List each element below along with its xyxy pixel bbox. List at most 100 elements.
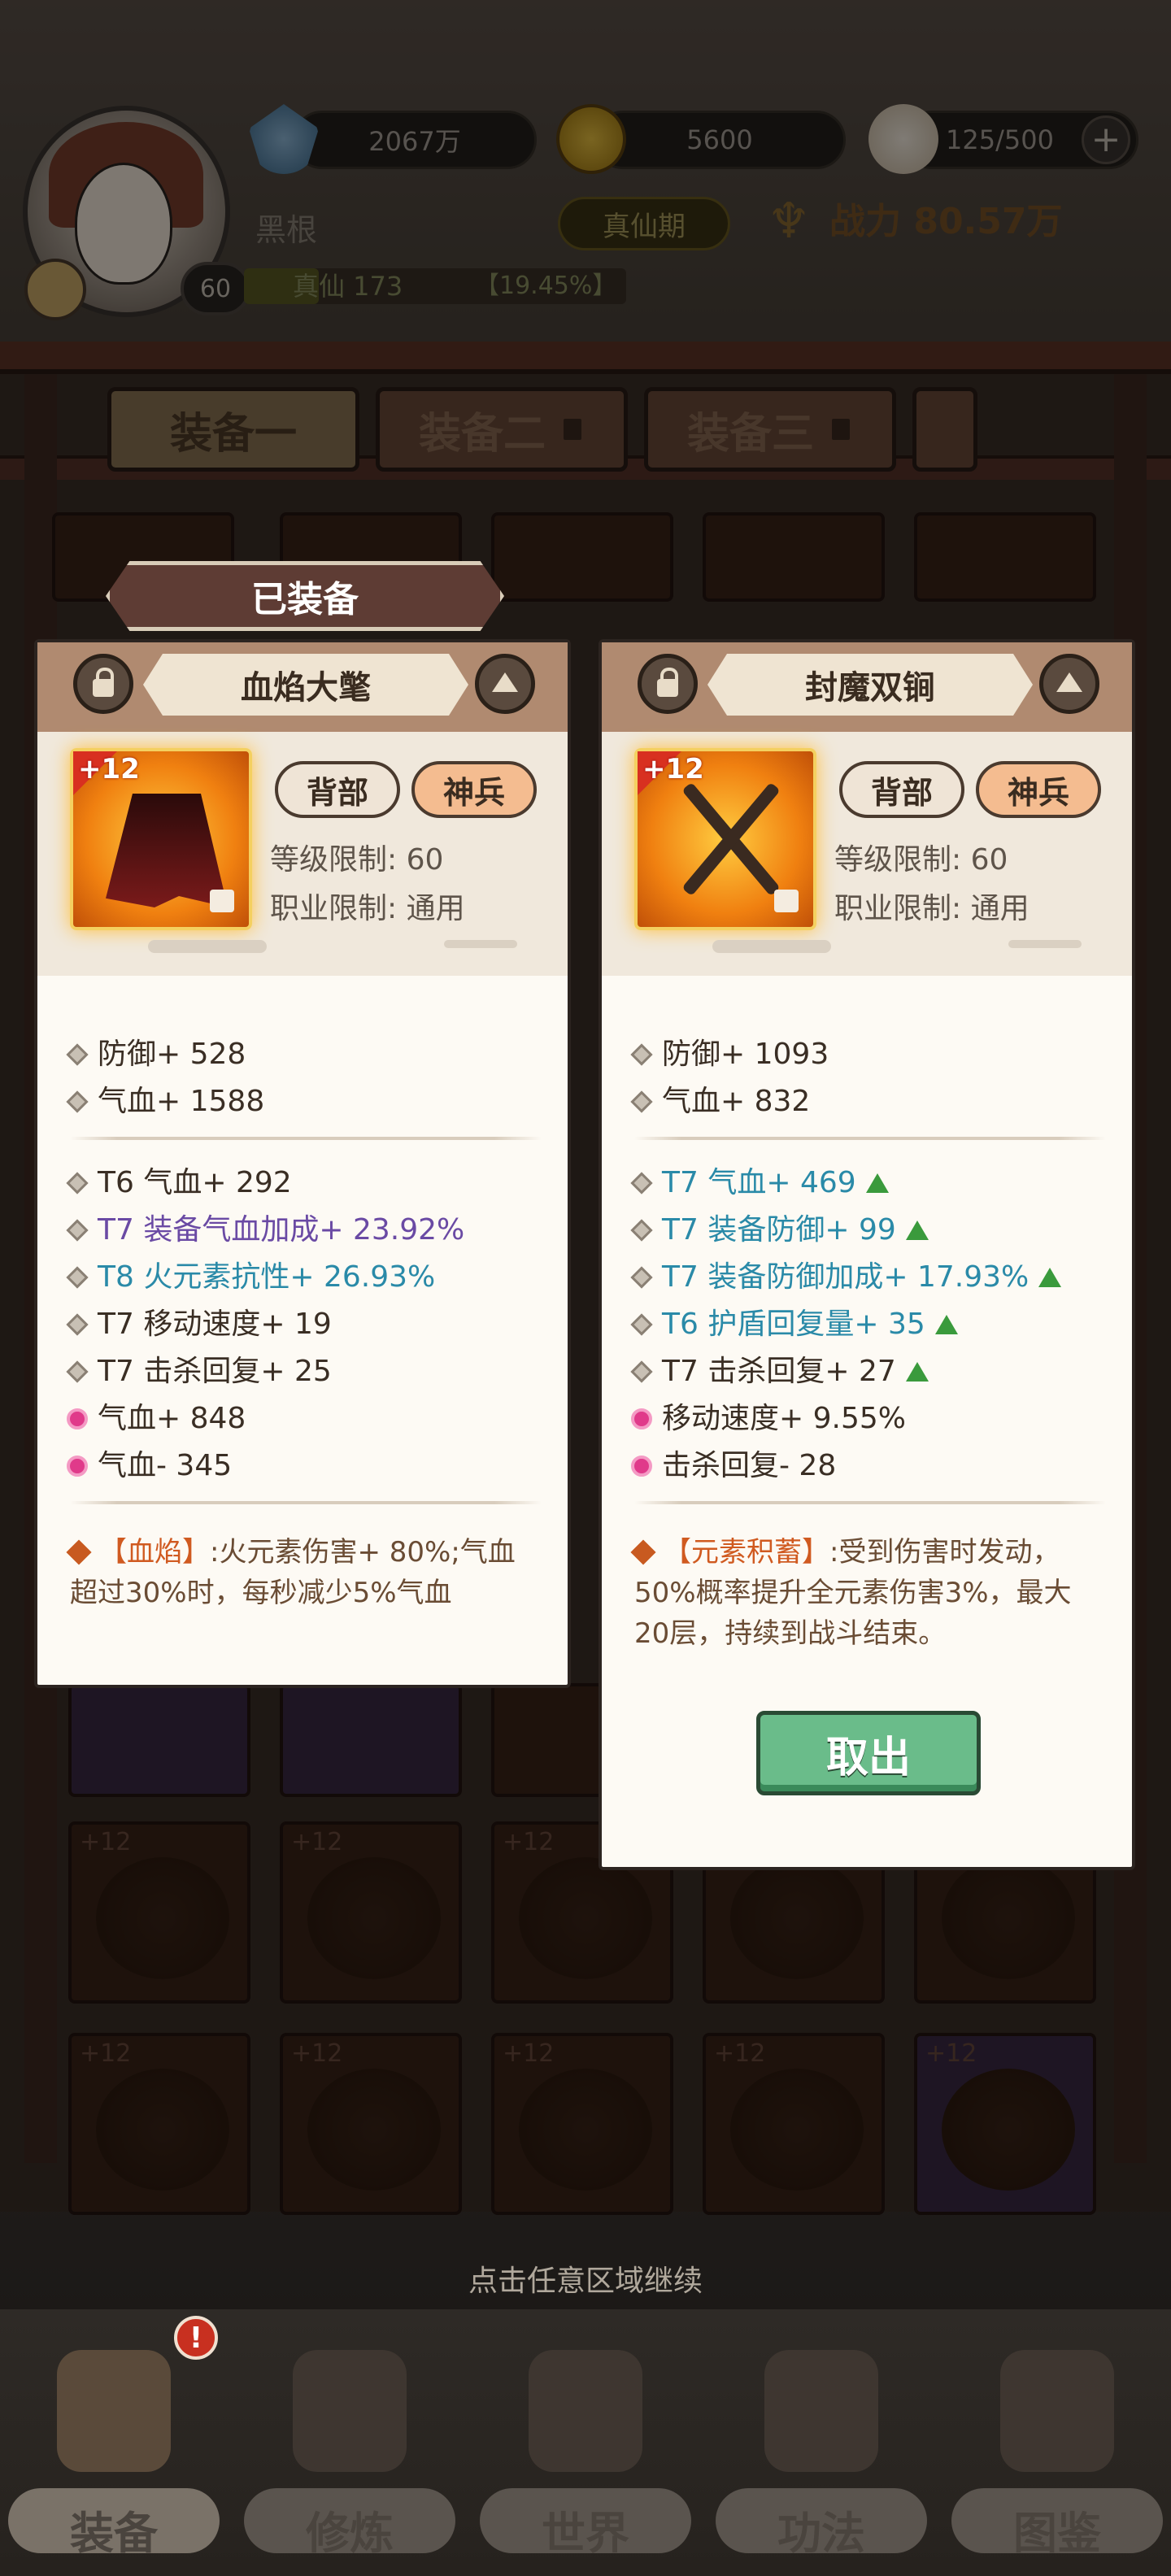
- nav-equipment[interactable]: 装备: [8, 2326, 220, 2569]
- base-stat: 气血+ 1588: [66, 1078, 265, 1125]
- arrow-up-icon: [905, 1362, 929, 1382]
- extra-stat: T7 装备防御+ 99: [630, 1207, 1061, 1254]
- collapse-button[interactable]: [475, 654, 535, 714]
- book-icon: [1000, 2350, 1114, 2472]
- divider: [70, 1501, 542, 1504]
- cultivate-icon: [293, 2350, 407, 2472]
- nav-skills[interactable]: 功法: [716, 2326, 927, 2569]
- stat-text: 气血+ 832: [662, 1085, 811, 1118]
- grade-tag: 神兵: [976, 761, 1101, 818]
- scroll-icon: [764, 2350, 878, 2472]
- cape-icon: [106, 794, 228, 907]
- scroll-indicator: [148, 940, 267, 953]
- take-out-button[interactable]: 取出: [756, 1711, 981, 1795]
- diamond-icon: [630, 1266, 653, 1289]
- item-icon-box: +12: [70, 748, 252, 930]
- item-skill: 【元素积蓄】:受到伤害时发动，50%概率提升全元素伤害3%，最大20层，持续到战…: [630, 1532, 1106, 1654]
- nav-label: 功法: [777, 2508, 865, 2559]
- diamond-icon: [66, 1090, 89, 1113]
- extra-stats: T7 气血+ 469 T7 装备防御+ 99 T7 装备防御加成+ 17.93%…: [630, 1160, 1062, 1490]
- stat-text: 防御+ 528: [98, 1038, 246, 1071]
- scroll-indicator: [1008, 940, 1082, 948]
- extra-stat: T7 击杀回复+ 25: [66, 1348, 464, 1395]
- alert-badge: !: [174, 2316, 218, 2360]
- nav-label: 图鉴: [1013, 2508, 1101, 2559]
- stat-text: T8 火元素抗性+ 26.93%: [98, 1260, 436, 1294]
- collapse-button[interactable]: [1039, 654, 1099, 714]
- diamond-icon: [66, 1266, 89, 1289]
- stat-text: T6 气血+ 292: [98, 1166, 292, 1199]
- stat-text: T7 击杀回复+ 25: [98, 1355, 332, 1388]
- nav-label: 世界: [542, 2508, 629, 2559]
- special-stat: 移动速度+ 9.55%: [631, 1395, 1061, 1442]
- skill-diamond-icon: [66, 1539, 92, 1565]
- diamond-icon: [630, 1043, 653, 1066]
- special-stat: 气血- 345: [67, 1442, 464, 1490]
- stat-text: T7 装备防御加成+ 17.93%: [662, 1260, 1030, 1294]
- enhance-level: +12: [642, 753, 704, 785]
- nav-codex[interactable]: 图鉴: [951, 2326, 1163, 2569]
- stat-text: 移动速度+ 9.55%: [662, 1402, 906, 1435]
- slot-tag: 背部: [839, 761, 964, 818]
- stat-text: T7 装备气血加成+ 23.92%: [98, 1213, 465, 1247]
- item-title: 血焰大氅: [143, 654, 468, 716]
- base-stats: 防御+ 528 气血+ 1588: [66, 1031, 265, 1125]
- scroll-indicator: [444, 940, 517, 948]
- stat-text: 击杀回复- 28: [662, 1449, 837, 1482]
- level-requirement: 等级限制: 60: [834, 843, 1008, 877]
- extra-stat: T8 火元素抗性+ 26.93%: [66, 1254, 464, 1301]
- class-requirement: 职业限制: 通用: [270, 892, 465, 925]
- level-requirement: 等级限制: 60: [270, 843, 444, 877]
- lotus-icon: [67, 1408, 88, 1429]
- divider: [70, 1137, 542, 1140]
- scroll-indicator: [712, 940, 831, 953]
- stat-text: 气血- 345: [98, 1449, 233, 1482]
- lotus-icon: [67, 1456, 88, 1477]
- item-lock-icon: [210, 890, 234, 912]
- class-requirement: 职业限制: 通用: [834, 892, 1030, 925]
- diamond-icon: [66, 1219, 89, 1242]
- extra-stat: T7 装备气血加成+ 23.92%: [66, 1207, 465, 1254]
- equipped-item-panel: 血焰大氅 +12 背部 神兵 等级限制: 60 职业限制: 通用 防御+ 528…: [34, 639, 571, 1688]
- nav-cultivate[interactable]: 修炼: [244, 2326, 455, 2569]
- item-skill: 【血焰】:火元素伤害+ 80%;气血超过30%时，每秒减少5%气血: [66, 1532, 542, 1613]
- diamond-icon: [630, 1172, 653, 1194]
- caret-up-icon: [492, 672, 518, 692]
- special-stat: 击杀回复- 28: [631, 1442, 1061, 1490]
- slot-tag: 背部: [275, 761, 400, 818]
- base-stats: 防御+ 1093 气血+ 832: [630, 1031, 829, 1125]
- lotus-icon: [631, 1456, 652, 1477]
- extra-stat: T7 装备防御加成+ 17.93%: [630, 1254, 1062, 1301]
- stat-text: 气血+ 848: [98, 1402, 246, 1435]
- diamond-icon: [630, 1360, 653, 1383]
- lock-button[interactable]: [638, 654, 698, 714]
- nav-label: 装备: [70, 2508, 158, 2559]
- item-lock-icon: [774, 890, 799, 912]
- diamond-icon: [66, 1043, 89, 1066]
- nav-world[interactable]: 世界: [480, 2326, 691, 2569]
- skill-name: 【元素积蓄】: [664, 1536, 829, 1569]
- item-title: 封魔双锏: [707, 654, 1033, 716]
- item-info-area: +12 背部 神兵 等级限制: 60 职业限制: 通用: [602, 732, 1132, 976]
- extra-stat: T7 击杀回复+ 27: [630, 1348, 1061, 1395]
- divider: [634, 1501, 1106, 1504]
- arrow-up-icon: [865, 1173, 889, 1193]
- skill-name: 【血焰】: [99, 1536, 210, 1569]
- diamond-icon: [630, 1219, 653, 1242]
- enhance-level: +12: [78, 753, 140, 785]
- stat-text: T7 装备防御+ 99: [662, 1213, 896, 1247]
- extra-stat: T7 移动速度+ 19: [66, 1301, 464, 1348]
- lock-button[interactable]: [73, 654, 133, 714]
- stat-text: 气血+ 1588: [98, 1085, 265, 1118]
- equipped-banner: 已装备: [106, 561, 504, 631]
- diamond-icon: [630, 1090, 653, 1113]
- compare-item-panel: 封魔双锏 +12 背部 神兵 等级限制: 60 职业限制: 通用 防御+ 109…: [599, 639, 1135, 1870]
- stat-text: T7 移动速度+ 19: [98, 1308, 332, 1341]
- base-stat: 防御+ 1093: [630, 1031, 829, 1078]
- nav-label: 修炼: [306, 2508, 394, 2559]
- diamond-icon: [66, 1313, 89, 1336]
- stat-text: T7 击杀回复+ 27: [662, 1355, 896, 1388]
- stat-text: T6 护盾回复量+ 35: [662, 1308, 925, 1341]
- caret-up-icon: [1056, 672, 1082, 692]
- stat-text: T7 气血+ 469: [662, 1166, 856, 1199]
